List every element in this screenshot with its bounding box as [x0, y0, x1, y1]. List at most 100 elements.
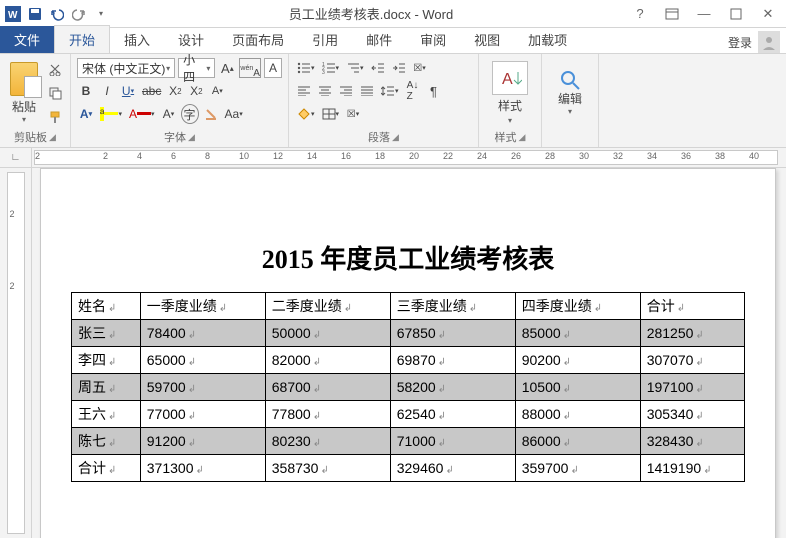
- table-cell[interactable]: 90200↲: [515, 347, 640, 374]
- subscript-button[interactable]: X2: [166, 81, 184, 101]
- bold-button[interactable]: B: [77, 81, 95, 101]
- table-cell[interactable]: 307070↲: [640, 347, 744, 374]
- cut-icon[interactable]: [46, 59, 64, 79]
- vertical-ruler[interactable]: 22: [7, 172, 25, 534]
- asian-layout-icon[interactable]: ☒▾: [411, 58, 429, 78]
- strikethrough-button[interactable]: abc: [140, 81, 163, 101]
- line-spacing-icon[interactable]: ▾: [379, 81, 401, 101]
- redo-icon[interactable]: [70, 5, 88, 23]
- char-shading-icon[interactable]: A▾: [160, 104, 178, 124]
- table-cell[interactable]: 李四↲: [72, 347, 141, 374]
- align-center-icon[interactable]: [316, 81, 334, 101]
- shading-icon[interactable]: ▾: [295, 104, 317, 124]
- char-border-icon[interactable]: A: [264, 58, 282, 78]
- table-cell[interactable]: 1419190↲: [640, 455, 744, 482]
- tab-view[interactable]: 视图: [460, 26, 514, 53]
- underline-button[interactable]: U▾: [119, 81, 137, 101]
- table-cell[interactable]: 10500↲: [515, 374, 640, 401]
- grow-font-icon[interactable]: A▴: [218, 58, 236, 78]
- table-cell[interactable]: 68700↲: [265, 374, 390, 401]
- align-justify-icon[interactable]: [358, 81, 376, 101]
- tab-insert[interactable]: 插入: [110, 26, 164, 53]
- phonetic-guide-icon[interactable]: wénA: [239, 58, 261, 78]
- table-cell[interactable]: 合计↲: [72, 455, 141, 482]
- tab-file[interactable]: 文件: [0, 26, 54, 53]
- table-row[interactable]: 张三↲78400↲50000↲67850↲85000↲281250↲: [72, 320, 745, 347]
- find-icon[interactable]: [556, 70, 584, 90]
- increase-indent-icon[interactable]: [390, 58, 408, 78]
- tab-design[interactable]: 设计: [164, 26, 218, 53]
- shrink-font-icon[interactable]: A▾: [208, 81, 226, 101]
- table-header-cell[interactable]: 三季度业绩↲: [390, 293, 515, 320]
- table-cell[interactable]: 305340↲: [640, 401, 744, 428]
- bullets-icon[interactable]: ▾: [295, 58, 317, 78]
- table-header-cell[interactable]: 二季度业绩↲: [265, 293, 390, 320]
- table-header-cell[interactable]: 合计↲: [640, 293, 744, 320]
- table-row[interactable]: 周五↲59700↲68700↲58200↲10500↲197100↲: [72, 374, 745, 401]
- table-cell[interactable]: 91200↲: [140, 428, 265, 455]
- table-cell[interactable]: 358730↲: [265, 455, 390, 482]
- sort-icon[interactable]: A↓Z: [404, 81, 422, 101]
- login-link[interactable]: 登录: [728, 34, 752, 51]
- avatar-icon[interactable]: [758, 31, 780, 53]
- paste-button[interactable]: 粘贴 ▾: [6, 62, 42, 124]
- table-cell[interactable]: 59700↲: [140, 374, 265, 401]
- table-cell[interactable]: 371300↲: [140, 455, 265, 482]
- table-cell[interactable]: 69870↲: [390, 347, 515, 374]
- show-marks-icon[interactable]: ¶: [425, 81, 443, 101]
- tab-home[interactable]: 开始: [54, 25, 110, 53]
- clipboard-launcher-icon[interactable]: ◢: [49, 132, 56, 143]
- tab-references[interactable]: 引用: [298, 26, 352, 53]
- table-cell[interactable]: 82000↲: [265, 347, 390, 374]
- table-cell[interactable]: 86000↲: [515, 428, 640, 455]
- table-row[interactable]: 陈七↲91200↲80230↲71000↲86000↲328430↲: [72, 428, 745, 455]
- tab-layout[interactable]: 页面布局: [218, 26, 298, 53]
- table-cell[interactable]: 328430↲: [640, 428, 744, 455]
- table-cell[interactable]: 78400↲: [140, 320, 265, 347]
- table-cell[interactable]: 张三↲: [72, 320, 141, 347]
- text-effects-icon[interactable]: A▾: [77, 104, 95, 124]
- table-header-cell[interactable]: 一季度业绩↲: [140, 293, 265, 320]
- borders-icon[interactable]: ▾: [320, 104, 342, 124]
- table-header-cell[interactable]: 四季度业绩↲: [515, 293, 640, 320]
- multilevel-list-icon[interactable]: ▾: [344, 58, 366, 78]
- word-icon[interactable]: W: [4, 5, 22, 23]
- table-cell[interactable]: 359700↲: [515, 455, 640, 482]
- table-header-cell[interactable]: 姓名↲: [72, 293, 141, 320]
- clear-formatting-icon[interactable]: [202, 104, 220, 124]
- distribute-icon[interactable]: ☒▾: [344, 104, 362, 124]
- styles-launcher-icon[interactable]: ◢: [519, 132, 526, 143]
- table-cell[interactable]: 周五↲: [72, 374, 141, 401]
- table-cell[interactable]: 80230↲: [265, 428, 390, 455]
- table-cell[interactable]: 58200↲: [390, 374, 515, 401]
- superscript-button[interactable]: X2: [187, 81, 205, 101]
- tab-addins[interactable]: 加载项: [514, 26, 581, 53]
- table-cell[interactable]: 62540↲: [390, 401, 515, 428]
- table-cell[interactable]: 329460↲: [390, 455, 515, 482]
- qat-more-icon[interactable]: ▾: [92, 5, 110, 23]
- table-cell[interactable]: 50000↲: [265, 320, 390, 347]
- numbering-icon[interactable]: 123▾: [320, 58, 342, 78]
- change-case-icon[interactable]: Aa▾: [223, 104, 245, 124]
- font-name-combo[interactable]: 宋体 (中文正文)▾: [77, 58, 175, 78]
- tab-selector-icon[interactable]: ∟: [0, 148, 32, 167]
- undo-icon[interactable]: [48, 5, 66, 23]
- align-left-icon[interactable]: [295, 81, 313, 101]
- table-cell[interactable]: 77000↲: [140, 401, 265, 428]
- table-cell[interactable]: 77800↲: [265, 401, 390, 428]
- table-cell[interactable]: 陈七↲: [72, 428, 141, 455]
- horizontal-ruler[interactable]: 2246810121416182022242628303234363840: [34, 150, 778, 165]
- table-cell[interactable]: 281250↲: [640, 320, 744, 347]
- highlight-icon[interactable]: ª▾: [98, 104, 124, 124]
- table-cell[interactable]: 71000↲: [390, 428, 515, 455]
- document-title[interactable]: 2015 年度员工业绩考核表: [71, 239, 745, 276]
- format-painter-icon[interactable]: [46, 107, 64, 127]
- table-row[interactable]: 李四↲65000↲82000↲69870↲90200↲307070↲: [72, 347, 745, 374]
- tab-mailings[interactable]: 邮件: [352, 26, 406, 53]
- decrease-indent-icon[interactable]: [369, 58, 387, 78]
- enclose-char-icon[interactable]: 字: [181, 104, 199, 124]
- paragraph-launcher-icon[interactable]: ◢: [392, 132, 399, 143]
- table-row[interactable]: 王六↲77000↲77800↲62540↲88000↲305340↲: [72, 401, 745, 428]
- save-icon[interactable]: [26, 5, 44, 23]
- help-icon[interactable]: ?: [628, 4, 652, 24]
